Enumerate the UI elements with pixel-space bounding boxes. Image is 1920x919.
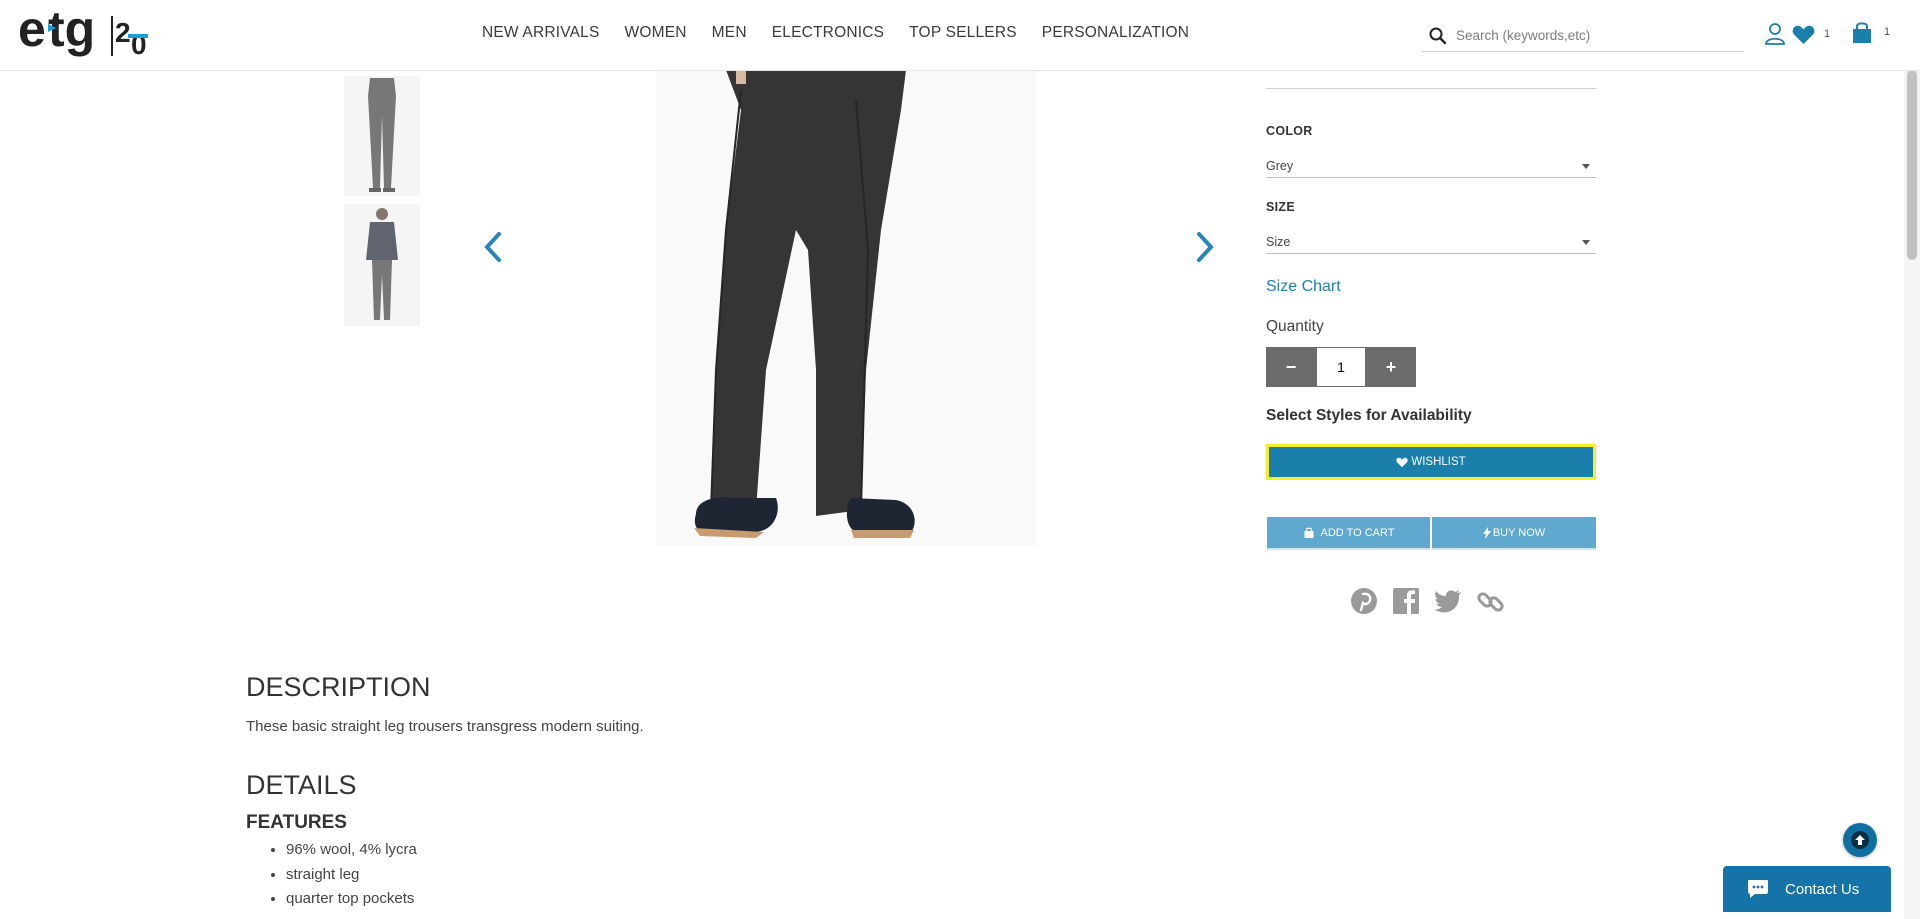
quantity-increase-button[interactable]: +	[1366, 347, 1416, 387]
svg-text:e: e	[18, 4, 46, 57]
color-label: COLOR	[1266, 124, 1313, 138]
description-text: These basic straight leg trousers transg…	[246, 718, 644, 735]
thumbnail-1[interactable]	[344, 76, 420, 196]
pinterest-icon[interactable]	[1350, 587, 1378, 615]
site-header: e tg 2 0 NEW ARRIVALS WOMEN MEN ELECTRON…	[0, 0, 1920, 71]
nav-electronics[interactable]: ELECTRONICS	[772, 24, 884, 42]
divider	[1266, 88, 1596, 89]
arrow-up-icon	[1851, 831, 1869, 849]
size-select[interactable]: Size	[1266, 228, 1596, 254]
nav-men[interactable]: MEN	[712, 24, 747, 42]
chevron-down-icon	[1582, 164, 1590, 169]
chevron-down-icon	[1582, 240, 1590, 245]
features-list: 96% wool, 4% lycra straight leg quarter …	[266, 841, 417, 915]
description-heading: DESCRIPTION	[246, 672, 431, 702]
quantity-decrease-button[interactable]: −	[1266, 347, 1316, 387]
cart-bag-icon[interactable]	[1851, 21, 1873, 45]
size-label: SIZE	[1266, 200, 1295, 214]
contact-us-button[interactable]: Contact Us	[1723, 866, 1891, 912]
svg-text:0: 0	[131, 29, 147, 60]
cart-count: 1	[1884, 26, 1891, 38]
nav-women[interactable]: WOMEN	[625, 24, 687, 42]
list-item: 96% wool, 4% lycra	[286, 841, 417, 866]
nav-top-sellers[interactable]: TOP SELLERS	[909, 24, 1017, 42]
nav-new-arrivals[interactable]: NEW ARRIVALS	[482, 24, 600, 42]
twitter-icon[interactable]	[1433, 587, 1463, 615]
account-icon[interactable]	[1764, 22, 1786, 46]
details-heading: DETAILS	[246, 770, 357, 800]
size-chart-link[interactable]: Size Chart	[1266, 278, 1341, 296]
prev-image-arrow-icon[interactable]	[481, 230, 505, 264]
color-select-value: Grey	[1266, 159, 1294, 173]
next-image-arrow-icon[interactable]	[1193, 230, 1217, 264]
search-input[interactable]	[1454, 27, 1738, 44]
wishlist-button-label: WISHLIST	[1411, 456, 1466, 468]
brand-logo[interactable]: e tg 2 0	[18, 4, 158, 66]
size-select-value: Size	[1266, 235, 1291, 249]
main-nav: NEW ARRIVALS WOMEN MEN ELECTRONICS TOP S…	[482, 24, 1214, 42]
wishlist-heart-icon[interactable]	[1792, 25, 1815, 45]
thumbnail-2[interactable]	[344, 204, 420, 326]
quantity-input[interactable]	[1316, 347, 1366, 387]
buy-now-button[interactable]: BUY NOW	[1432, 517, 1596, 550]
lightning-icon	[1482, 526, 1491, 539]
color-select[interactable]: Grey	[1266, 152, 1596, 178]
main-product-image	[656, 70, 1036, 546]
page-scrollbar-thumb[interactable]	[1907, 70, 1917, 260]
chat-bubble-icon	[1748, 880, 1768, 898]
add-to-cart-button[interactable]: ADD TO CART	[1267, 517, 1430, 550]
quantity-stepper: − +	[1266, 347, 1416, 387]
scroll-to-top-button[interactable]	[1843, 823, 1877, 857]
facebook-icon[interactable]	[1392, 587, 1420, 615]
bag-icon	[1304, 527, 1314, 538]
wishlist-count: 1	[1824, 28, 1831, 40]
svg-text:tg: tg	[48, 4, 95, 57]
nav-personalization[interactable]: PERSONALIZATION	[1042, 24, 1189, 42]
add-to-cart-label: ADD TO CART	[1320, 526, 1395, 539]
quantity-label: Quantity	[1266, 318, 1324, 335]
contact-us-label: Contact Us	[1785, 880, 1860, 898]
search-bar	[1422, 20, 1744, 52]
buy-now-label: BUY NOW	[1492, 526, 1546, 539]
copy-link-icon[interactable]	[1476, 587, 1506, 617]
availability-text: Select Styles for Availability	[1266, 407, 1472, 424]
heart-icon	[1396, 457, 1408, 467]
list-item: straight leg	[286, 866, 417, 891]
svg-text:2: 2	[115, 17, 131, 48]
features-heading: FEATURES	[246, 812, 347, 833]
wishlist-button[interactable]: WISHLIST	[1266, 444, 1596, 480]
list-item: quarter top pockets	[286, 890, 417, 915]
search-icon[interactable]	[1428, 26, 1448, 46]
